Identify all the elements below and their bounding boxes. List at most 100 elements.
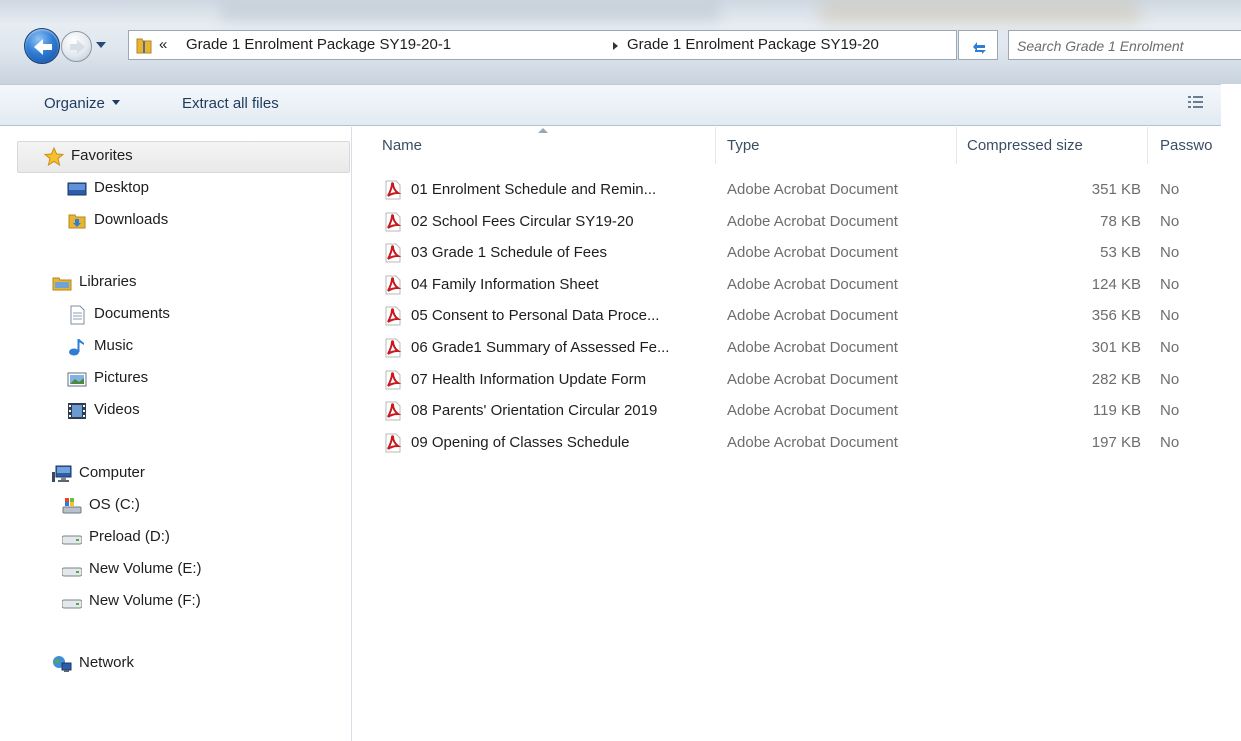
file-row[interactable]: 09 Opening of Classes Schedule Adobe Acr… xyxy=(353,428,1221,459)
file-compressed-size: 124 KB xyxy=(1091,275,1141,293)
sort-ascending-icon xyxy=(538,128,548,133)
sidebar-label-downloads: Downloads xyxy=(94,211,169,228)
refresh-icon xyxy=(973,42,986,54)
libraries-icon xyxy=(52,277,72,291)
pdf-file-icon xyxy=(385,401,402,421)
column-header-password[interactable]: Passwo xyxy=(1148,127,1221,164)
file-type: Adobe Acrobat Document xyxy=(727,370,898,388)
column-header-type[interactable]: Type xyxy=(716,127,957,164)
file-name: 05 Consent to Personal Data Proce... xyxy=(411,307,660,325)
back-arrow-icon xyxy=(34,39,52,55)
extract-all-button[interactable]: Extract all files xyxy=(182,95,279,112)
forward-button[interactable] xyxy=(61,31,92,62)
file-type: Adobe Acrobat Document xyxy=(727,181,898,198)
file-password-protected: No xyxy=(1160,307,1180,325)
sidebar-label-pictures: Pictures xyxy=(94,369,149,386)
file-password-protected: No xyxy=(1160,181,1180,198)
pane-edge xyxy=(1221,84,1241,741)
file-list: Name Type Compressed size Passwo 01 Enro… xyxy=(353,127,1221,741)
music-note-icon xyxy=(69,339,84,356)
file-type: Adobe Acrobat Document xyxy=(727,433,898,451)
pdf-file-icon xyxy=(385,370,402,390)
breadcrumb-separator-icon[interactable] xyxy=(613,42,618,50)
file-compressed-size: 53 KB xyxy=(1100,244,1141,262)
star-icon xyxy=(44,147,64,167)
file-name: 06 Grade1 Summary of Assessed Fe... xyxy=(411,339,670,356)
address-bar-area: « Grade 1 Enrolment Package SY19-20-1 Gr… xyxy=(0,0,1241,84)
file-type: Adobe Acrobat Document xyxy=(727,212,898,230)
column-header-name[interactable]: Name xyxy=(353,127,716,164)
file-row[interactable]: 04 Family Information Sheet Adobe Acroba… xyxy=(353,270,1221,301)
navigation-pane: Favorites Desktop Downloads Libraries Do… xyxy=(0,127,352,741)
sidebar-label-videos: Videos xyxy=(94,401,140,418)
refresh-button[interactable] xyxy=(958,30,998,60)
file-name: 02 School Fees Circular SY19-20 xyxy=(411,212,634,230)
file-row[interactable]: 07 Health Information Update Form Adobe … xyxy=(353,365,1221,396)
sidebar-label-drive-c: OS (C:) xyxy=(89,496,140,513)
system-drive-icon xyxy=(62,498,82,514)
file-type: Adobe Acrobat Document xyxy=(727,244,898,262)
file-type: Adobe Acrobat Document xyxy=(727,307,898,325)
desktop-icon xyxy=(67,182,87,196)
file-compressed-size: 351 KB xyxy=(1091,181,1141,198)
breadcrumb-item-parent[interactable]: Grade 1 Enrolment Package SY19-20-1 xyxy=(186,36,451,53)
recent-pages-dropdown[interactable] xyxy=(96,42,106,48)
column-header-password-label: Passwo xyxy=(1160,137,1213,154)
sidebar-label-music: Music xyxy=(94,337,134,354)
file-name: 01 Enrolment Schedule and Remin... xyxy=(411,181,657,198)
file-name: 07 Health Information Update Form xyxy=(411,370,647,388)
search-box[interactable] xyxy=(1008,30,1241,60)
command-toolbar: Organize Extract all files xyxy=(0,84,1241,126)
column-header-compressed-size[interactable]: Compressed size xyxy=(957,127,1148,164)
downloads-folder-icon xyxy=(68,214,86,229)
sidebar-label-favorites: Favorites xyxy=(71,147,133,164)
pdf-file-icon xyxy=(385,275,402,295)
pictures-icon xyxy=(67,372,87,387)
search-input[interactable] xyxy=(1017,36,1239,56)
sidebar-label-desktop: Desktop xyxy=(94,179,150,196)
pdf-file-icon xyxy=(385,243,402,263)
network-icon xyxy=(53,656,72,672)
documents-icon xyxy=(70,305,85,325)
file-name: 08 Parents' Orientation Circular 2019 xyxy=(411,402,658,420)
blurred-background xyxy=(820,0,1140,24)
file-password-protected: No xyxy=(1160,370,1180,388)
pdf-file-icon xyxy=(385,180,402,200)
file-row[interactable]: 03 Grade 1 Schedule of Fees Adobe Acroba… xyxy=(353,238,1221,269)
file-password-protected: No xyxy=(1160,433,1180,451)
breadcrumb-item-current[interactable]: Grade 1 Enrolment Package SY19-20 xyxy=(627,36,879,53)
videos-icon xyxy=(68,403,86,419)
forward-arrow-icon xyxy=(70,40,85,54)
sidebar-label-network: Network xyxy=(79,654,135,671)
blurred-background xyxy=(220,0,720,22)
sidebar-label-drive-d: Preload (D:) xyxy=(89,528,170,545)
organize-button[interactable]: Organize xyxy=(44,95,120,112)
hard-drive-icon xyxy=(62,599,82,609)
sidebar-label-documents: Documents xyxy=(94,305,170,322)
file-password-protected: No xyxy=(1160,212,1180,230)
hard-drive-icon xyxy=(62,535,82,545)
zip-folder-icon xyxy=(136,38,152,54)
change-view-icon[interactable] xyxy=(1187,94,1205,112)
file-name: 04 Family Information Sheet xyxy=(411,275,599,293)
sidebar-label-computer: Computer xyxy=(79,464,145,481)
file-type: Adobe Acrobat Document xyxy=(727,339,898,356)
breadcrumb[interactable]: « Grade 1 Enrolment Package SY19-20-1 Gr… xyxy=(128,30,1074,60)
favorites-selection-highlight xyxy=(17,141,350,173)
file-row[interactable]: 05 Consent to Personal Data Proce... Ado… xyxy=(353,301,1221,332)
back-button[interactable] xyxy=(24,28,60,64)
breadcrumb-overflow[interactable]: « xyxy=(159,36,167,53)
file-compressed-size: 119 KB xyxy=(1092,402,1141,420)
column-header-type-label: Type xyxy=(727,137,760,154)
file-compressed-size: 282 KB xyxy=(1091,370,1141,388)
pdf-file-icon xyxy=(385,212,402,232)
file-name: 09 Opening of Classes Schedule xyxy=(411,433,630,451)
file-password-protected: No xyxy=(1160,339,1180,356)
file-password-protected: No xyxy=(1160,275,1180,293)
file-compressed-size: 78 KB xyxy=(1100,212,1141,230)
file-row[interactable]: 01 Enrolment Schedule and Remin... Adobe… xyxy=(353,175,1221,206)
file-row[interactable]: 02 School Fees Circular SY19-20 Adobe Ac… xyxy=(353,207,1221,238)
file-row[interactable]: 06 Grade1 Summary of Assessed Fe... Adob… xyxy=(353,333,1221,364)
file-compressed-size: 356 KB xyxy=(1091,307,1141,325)
file-row[interactable]: 08 Parents' Orientation Circular 2019 Ad… xyxy=(353,396,1221,427)
